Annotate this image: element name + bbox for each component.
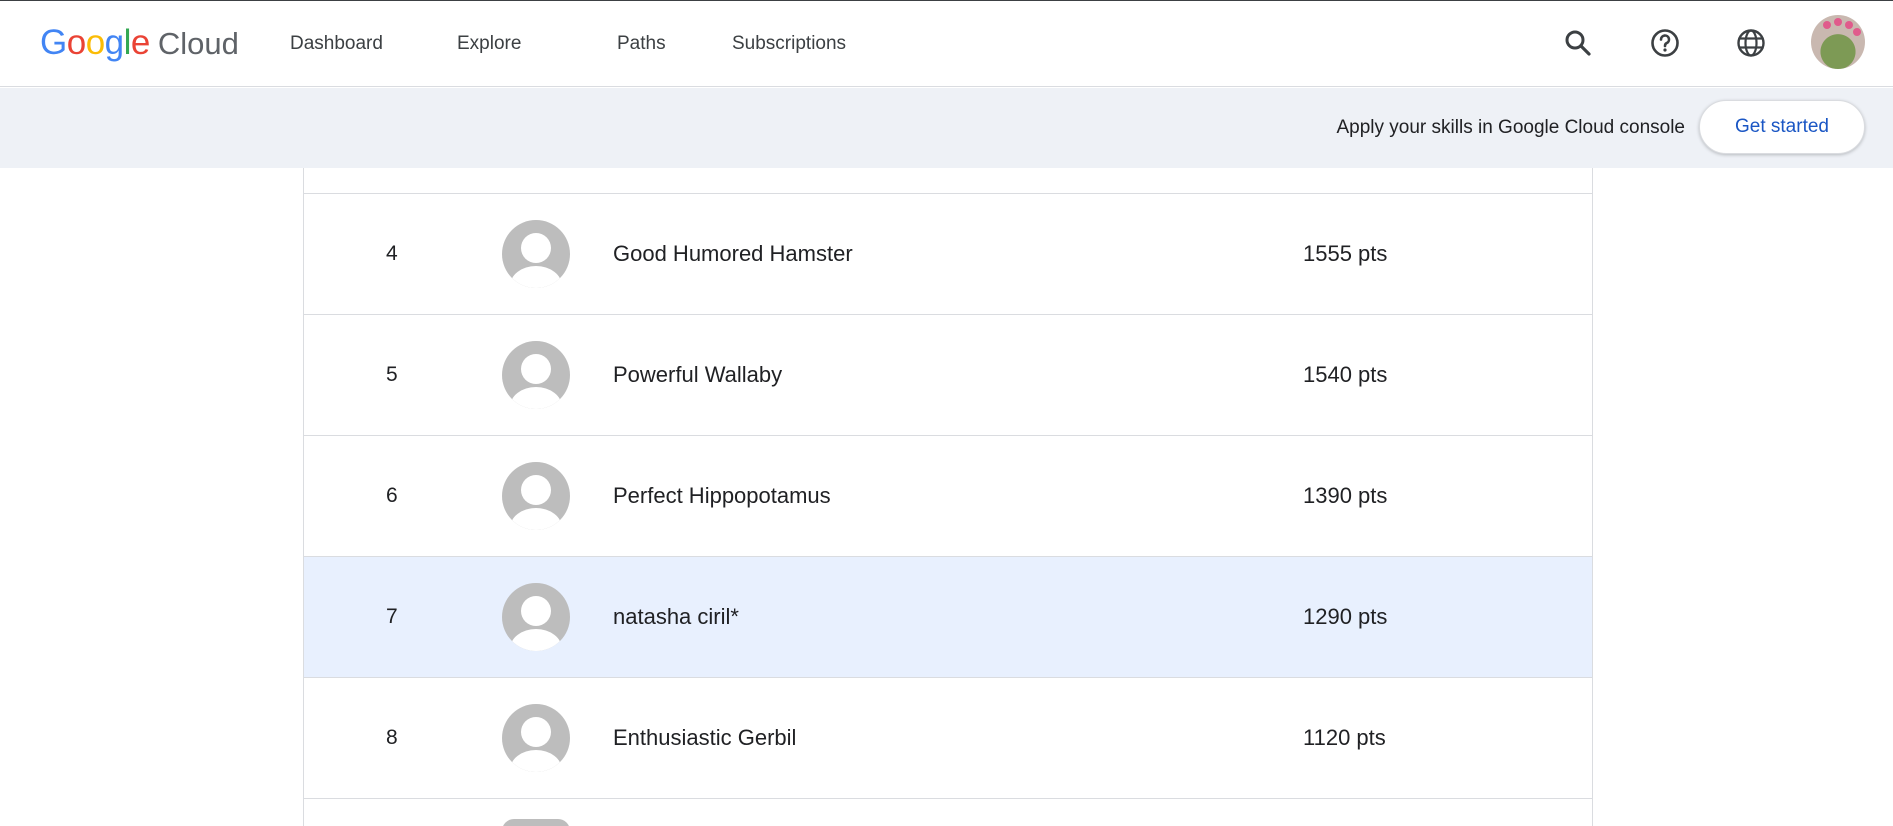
google-wordmark: Google <box>40 23 150 63</box>
help-icon[interactable] <box>1645 23 1685 63</box>
nav-paths[interactable]: Paths <box>617 33 666 55</box>
cloud-wordmark: Cloud <box>157 26 239 61</box>
player-points: 1120 pts <box>1303 725 1386 750</box>
logo-letter: o <box>85 23 105 62</box>
logo-letter: o <box>66 23 86 62</box>
leaderboard-row: 8 Enthusiastic Gerbil 1120 pts <box>304 678 1592 799</box>
nav-explore[interactable]: Explore <box>457 33 521 55</box>
banner-text: Apply your skills in Google Cloud consol… <box>1336 117 1685 138</box>
top-header: Google Cloud Dashboard Explore Paths Sub… <box>0 1 1893 87</box>
user-avatar <box>502 220 570 288</box>
avatar-decoration <box>1845 21 1853 29</box>
get-started-button[interactable]: Get started <box>1699 100 1865 154</box>
avatar-head <box>521 596 551 626</box>
leaderboard-row: 6 Perfect Hippopotamus 1390 pts <box>304 436 1592 557</box>
nav-dashboard[interactable]: Dashboard <box>290 33 383 55</box>
logo-letter: G <box>40 23 67 62</box>
user-avatar <box>502 583 570 651</box>
avatar-body <box>510 387 562 409</box>
leaderboard-row: 5 Powerful Wallaby 1540 pts <box>304 315 1592 436</box>
player-points: 1540 pts <box>1303 362 1388 387</box>
player-name: Enthusiastic Gerbil <box>613 725 797 750</box>
rank-number: 4 <box>386 242 398 265</box>
avatar-head <box>521 354 551 384</box>
next-row-avatar <box>502 819 570 826</box>
avatar-decoration <box>1823 21 1831 29</box>
language-globe-icon[interactable] <box>1731 23 1771 63</box>
account-avatar[interactable] <box>1811 15 1865 69</box>
logo-letter: e <box>130 23 150 62</box>
avatar-decoration <box>1834 18 1842 26</box>
rank-number: 7 <box>386 605 398 628</box>
logo-letter: g <box>104 23 124 62</box>
avatar-body <box>510 266 562 288</box>
user-avatar <box>502 462 570 530</box>
logo-letter: l <box>123 23 132 62</box>
avatar-head <box>521 475 551 505</box>
nav-subscriptions[interactable]: Subscriptions <box>732 33 846 55</box>
player-name: Powerful Wallaby <box>613 362 783 387</box>
rank-number: 6 <box>386 484 398 507</box>
player-points: 1555 pts <box>1303 241 1388 266</box>
avatar-decoration <box>1853 28 1861 36</box>
leaderboard: 4 Good Humored Hamster 1555 pts 5 Powerful W… <box>303 168 1593 826</box>
avatar-body <box>510 629 562 651</box>
avatar-body <box>510 750 562 772</box>
leaderboard-row: 4 Good Humored Hamster 1555 pts <box>304 194 1592 315</box>
user-avatar <box>502 341 570 409</box>
player-points: 1390 pts <box>1303 483 1388 508</box>
avatar-head <box>521 233 551 263</box>
avatar-head <box>521 717 551 747</box>
player-name: Perfect Hippopotamus <box>613 483 831 508</box>
search-icon[interactable] <box>1558 23 1598 63</box>
player-name: natasha ciril* <box>613 604 739 629</box>
console-banner: Apply your skills in Google Cloud consol… <box>0 88 1893 168</box>
google-cloud-logo[interactable]: Google Cloud <box>40 23 239 63</box>
avatar-body <box>510 508 562 530</box>
leaderboard-row: 7 natasha ciril* 1290 pts <box>304 557 1592 678</box>
previous-row-edge <box>304 168 1592 194</box>
rank-number: 5 <box>386 363 398 386</box>
rank-number: 8 <box>386 726 398 749</box>
player-name: Good Humored Hamster <box>613 241 853 266</box>
user-avatar <box>502 704 570 772</box>
player-points: 1290 pts <box>1303 604 1388 629</box>
